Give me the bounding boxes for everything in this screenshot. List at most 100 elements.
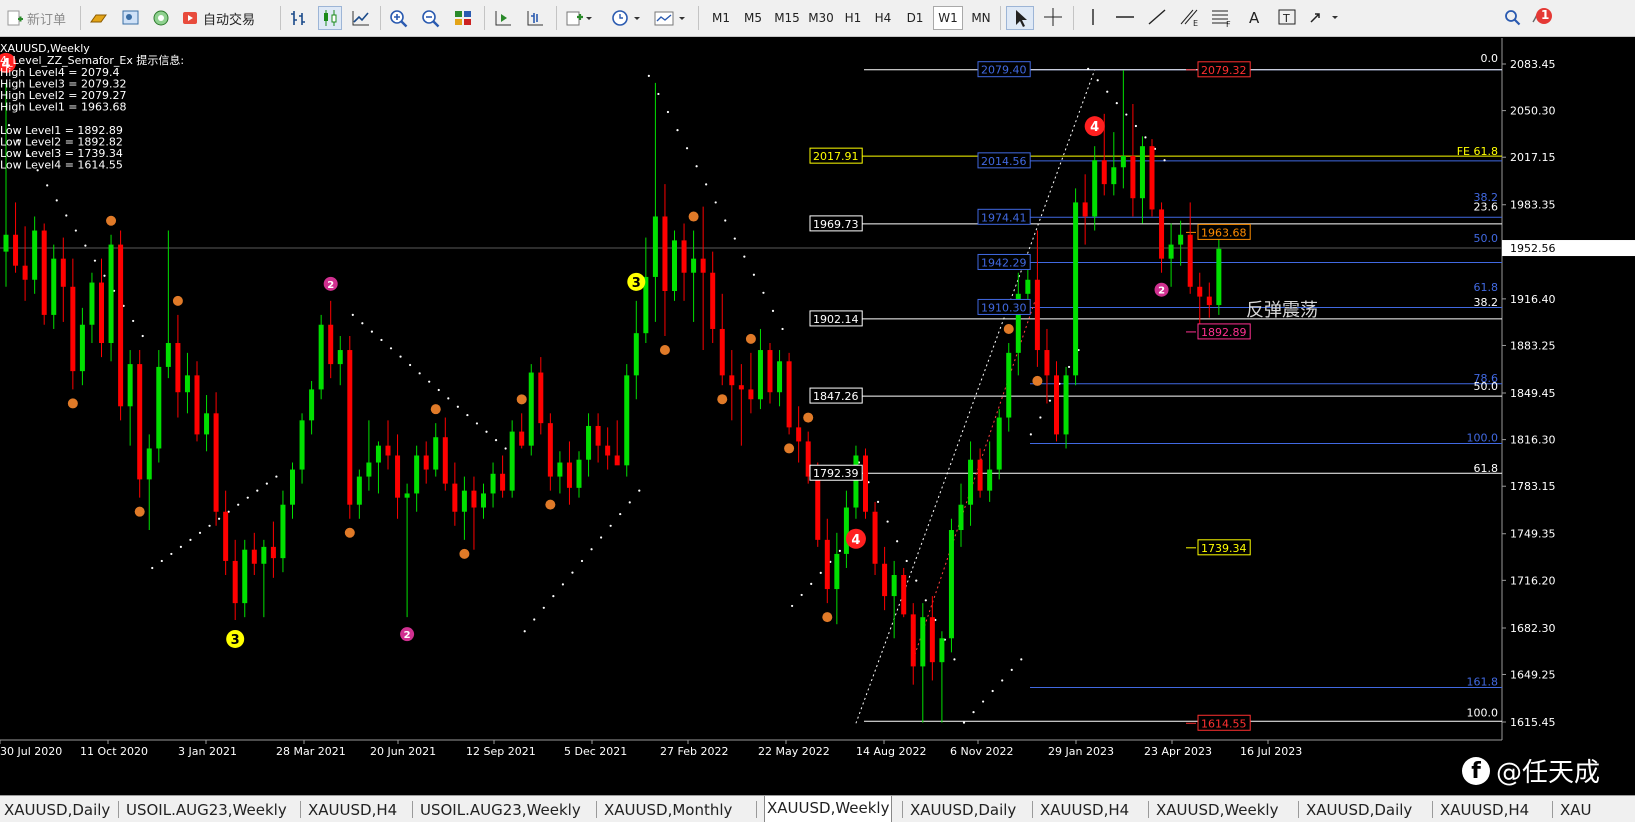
timeframe-d1[interactable]: D1 [900,6,930,30]
semafor-marker-small [516,394,527,405]
chart-tab[interactable]: XAUUSD,Weekly [1156,799,1278,821]
tile-windows-icon[interactable] [452,6,474,30]
candle-body [337,350,343,365]
sar-dot [237,503,240,506]
trendline-tool-icon[interactable] [1144,6,1172,30]
chart-tab[interactable]: XAUUSD,H4 [1040,799,1129,821]
candle-body [184,375,190,393]
candle-body [32,230,38,280]
semafor-marker-label: 3 [231,633,240,648]
notifications-icon[interactable]: 1 [1528,6,1556,30]
chart-tab[interactable]: USOIL.AUG23,Weekly [420,799,581,821]
candle-body [891,575,897,597]
horizontal-line-tool-icon[interactable] [1112,6,1140,30]
sar-dot [962,721,966,724]
candle-body [882,563,888,597]
text-label-tool-icon[interactable]: T [1274,6,1302,30]
arrows-dropdown[interactable] [1306,6,1342,30]
candle-body [796,427,802,442]
candle-body [137,364,143,480]
sar-dot [561,583,565,586]
toolbar-separator [484,6,485,30]
sar-dot [246,496,249,499]
navigator-icon[interactable] [150,6,172,30]
chart-tab[interactable]: XAUUSD,Daily [910,799,1016,821]
fib-percent-label: 50.0 [1474,232,1499,245]
timeframe-m30[interactable]: M30 [806,6,836,30]
candle-body [356,476,362,505]
chart-tab[interactable]: XAUUSD,Weekly [764,796,893,822]
timeframe-h1[interactable]: H1 [838,6,868,30]
crosshair-tool-icon[interactable] [1040,6,1068,30]
sar-dot [886,520,889,523]
chart-tab[interactable]: XAUUSD,Monthly [604,799,732,821]
candle-body [299,420,305,470]
candle-body [194,375,200,435]
chart-tab[interactable]: XAUUSD,Daily [1306,799,1412,821]
chart-tab[interactable]: USOIL.AUG23,Weekly [126,799,287,821]
semafor-marker-label: 2 [1158,286,1165,297]
timeframe-m1[interactable]: M1 [706,6,736,30]
candle-body [748,389,754,400]
sar-dot [485,430,488,433]
fibo-channel-tool-icon[interactable]: E [1176,6,1204,30]
semafor-level-label: 1739.34 [1201,542,1247,555]
semafor-marker-small [172,295,183,306]
cursor-tool-icon[interactable] [1006,6,1034,30]
sar-dot [141,334,144,338]
y-tick-label: 1883.25 [1510,339,1556,352]
arrows-icon [1310,13,1338,23]
semafor-marker-small [344,527,355,538]
line-chart-icon[interactable] [350,6,372,30]
timeframe-mn[interactable]: MN [966,6,996,30]
chart-tab[interactable]: XAUUSD,H4 [1440,799,1529,821]
sar-dot [409,363,412,367]
search-icon[interactable] [1500,6,1528,30]
candle-body [586,425,592,460]
candlestick-chart-icon[interactable] [318,6,342,30]
semafor-marker-small [106,215,117,226]
sar-dot [676,129,679,132]
chart-tab[interactable]: XAUUSD,H4 [308,799,397,821]
text-tool-icon[interactable]: A [1242,6,1270,30]
tab-separator [1148,801,1149,818]
templates-dropdown[interactable] [652,6,688,30]
market-watch-icon[interactable] [120,6,142,30]
chart-shift-icon[interactable] [492,6,514,30]
timeframe-m5[interactable]: M5 [738,6,768,30]
chart-tab[interactable]: XAUUSD,Daily [4,799,110,821]
indicators-dropdown[interactable] [564,6,592,30]
candle-body [146,448,152,480]
periods-dropdown[interactable] [610,6,642,30]
timeframe-w1[interactable]: W1 [933,6,963,30]
candle-body [1149,146,1155,210]
timeframe-h4[interactable]: H4 [868,6,898,30]
tab-separator [300,801,301,818]
sar-dot [905,559,908,563]
fib-percent-label: FE 61.8 [1457,145,1498,158]
price-chart[interactable]: 2083.452050.302017.151983.351949.801916.… [0,37,1635,795]
semafor-marker-small [1032,375,1043,386]
sar-dot [1096,79,1099,82]
sar-dot [982,700,985,703]
sar-dot [437,388,440,392]
timeframe-m15[interactable]: M15 [772,6,802,30]
zoom-in-icon[interactable] [388,6,410,30]
bar-chart-icon[interactable] [288,6,310,30]
sar-dot [370,330,373,333]
sar-dot [1039,416,1042,419]
auto-trading-label: 自动交易 [203,12,256,28]
autoscroll-icon[interactable] [524,6,546,30]
vertical-line-tool-icon[interactable] [1080,6,1108,30]
gold-icon[interactable] [88,6,110,30]
new-order-button[interactable]: 新订单 [6,6,66,30]
fib-level-label: 1792.39 [813,467,859,480]
sar-dot [198,531,202,534]
fibo-retracement-tool-icon[interactable]: F [1208,6,1236,30]
zoom-out-icon[interactable] [420,6,442,30]
candle-body [719,328,725,376]
auto-trading-button[interactable]: 自动交易 [180,6,255,30]
candle-body [977,459,983,491]
chart-tab[interactable]: XAU [1560,799,1592,821]
y-tick-label: 1682.30 [1510,622,1556,635]
